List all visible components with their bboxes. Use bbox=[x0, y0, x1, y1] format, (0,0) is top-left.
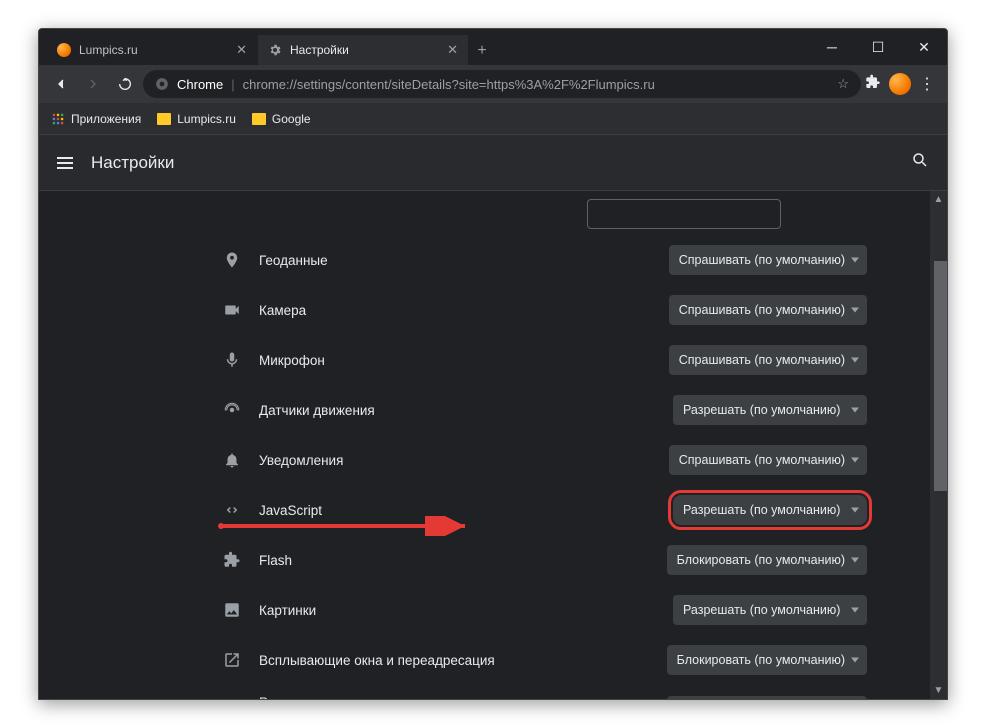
chrome-icon bbox=[155, 77, 169, 91]
window-controls: ─ ☐ ✕ bbox=[809, 29, 947, 65]
settings-content: ГеоданныеСпрашивать (по умолчанию)Камера… bbox=[39, 191, 947, 699]
scheme-label: Chrome bbox=[177, 77, 223, 92]
permission-value: Спрашивать (по умолчанию) bbox=[679, 253, 845, 267]
reload-button[interactable] bbox=[111, 70, 139, 98]
favicon-icon bbox=[57, 43, 71, 57]
permission-row-motion: Датчики движения Разрешать (по умолчанию) bbox=[187, 385, 867, 435]
permission-label: Уведомления bbox=[259, 453, 653, 468]
address-bar[interactable]: Chrome | chrome://settings/content/siteD… bbox=[143, 70, 861, 98]
extensions-icon[interactable] bbox=[865, 74, 881, 95]
permission-select-motion[interactable]: Разрешать (по умолчанию) bbox=[673, 395, 867, 425]
bookmark-label: Lumpics.ru bbox=[177, 112, 236, 126]
permission-value: Спрашивать (по умолчанию) bbox=[679, 303, 845, 317]
toolbar: Chrome | chrome://settings/content/siteD… bbox=[39, 65, 947, 103]
bookmark-folder-lumpics[interactable]: Lumpics.ru bbox=[157, 112, 236, 126]
scroll-up-icon[interactable]: ▲ bbox=[930, 191, 947, 208]
menu-button[interactable]: ⋮ bbox=[919, 74, 935, 94]
permission-label: Flash bbox=[259, 553, 651, 568]
permission-row-bell: Уведомления Спрашивать (по умолчанию) bbox=[187, 435, 867, 485]
location-icon bbox=[221, 251, 243, 269]
permission-value: Блокировать (по умолчанию) bbox=[677, 653, 845, 667]
tab-strip: Lumpics.ru ✕ Настройки ✕ + ─ ☐ ✕ bbox=[39, 29, 947, 65]
tab-lumpics[interactable]: Lumpics.ru ✕ bbox=[47, 35, 257, 65]
folder-icon bbox=[252, 113, 266, 125]
permission-select-code[interactable]: Разрешать (по умолчанию) bbox=[673, 495, 867, 525]
permissions-panel: ГеоданныеСпрашивать (по умолчанию)Камера… bbox=[187, 191, 867, 699]
permission-value: Разрешать (по умолчанию) bbox=[683, 503, 840, 517]
reset-permissions-button[interactable] bbox=[587, 199, 781, 229]
permission-value: Блокировать (по умолчанию) bbox=[677, 553, 845, 567]
permission-select-puzzle[interactable]: Блокировать (по умолчанию) bbox=[667, 545, 867, 575]
permission-value: Спрашивать (по умолчанию) bbox=[679, 453, 845, 467]
permission-row-mic: Микрофон Спрашивать (по умолчанию) bbox=[187, 335, 867, 385]
permission-value: Спрашивать (по умолчанию) bbox=[679, 353, 845, 367]
permission-label: Геоданные bbox=[259, 253, 653, 268]
motion-icon bbox=[221, 401, 243, 419]
bookmark-label: Приложения bbox=[71, 112, 141, 126]
bookmark-star-icon[interactable]: ☆ bbox=[837, 76, 849, 92]
permission-row-camera: Камера Спрашивать (по умолчанию) bbox=[187, 285, 867, 335]
bookmark-folder-google[interactable]: Google bbox=[252, 112, 311, 126]
bookmark-label: Google bbox=[272, 112, 311, 126]
settings-header: Настройки bbox=[39, 135, 947, 191]
permission-select-ads[interactable]: Блокировать (по умолчанию) bbox=[667, 696, 867, 700]
permission-select-image[interactable]: Разрешать (по умолчанию) bbox=[673, 595, 867, 625]
close-window-button[interactable]: ✕ bbox=[901, 29, 947, 65]
tab-title: Настройки bbox=[290, 43, 349, 57]
bell-icon bbox=[221, 451, 243, 469]
image-icon bbox=[221, 601, 243, 619]
permission-label: JavaScript bbox=[259, 503, 657, 518]
tab-settings[interactable]: Настройки ✕ bbox=[258, 35, 468, 65]
permission-row-popup: Всплывающие окна и переадресация Блокиров… bbox=[187, 635, 867, 685]
menu-icon[interactable] bbox=[57, 157, 73, 169]
permission-label: Камера bbox=[259, 303, 653, 318]
permission-label: Микрофон bbox=[259, 353, 653, 368]
maximize-button[interactable]: ☐ bbox=[855, 29, 901, 65]
scroll-thumb[interactable] bbox=[934, 261, 947, 491]
permission-row-code: JavaScript Разрешать (по умолчанию) bbox=[187, 485, 867, 535]
permission-row-ads: РекламаБлокировать, если сайт показывает… bbox=[187, 685, 867, 699]
new-tab-button[interactable]: + bbox=[468, 37, 496, 65]
permission-select-bell[interactable]: Спрашивать (по умолчанию) bbox=[669, 445, 867, 475]
camera-icon bbox=[221, 301, 243, 319]
tab-title: Lumpics.ru bbox=[79, 43, 138, 57]
folder-icon bbox=[157, 113, 171, 125]
url-text: chrome://settings/content/siteDetails?si… bbox=[243, 77, 830, 92]
profile-avatar[interactable] bbox=[889, 73, 911, 95]
permission-row-location: Геоданные Спрашивать (по умолчанию) bbox=[187, 235, 867, 285]
code-icon bbox=[221, 501, 243, 519]
apps-icon bbox=[51, 112, 65, 126]
permission-select-camera[interactable]: Спрашивать (по умолчанию) bbox=[669, 295, 867, 325]
permission-label: Картинки bbox=[259, 603, 657, 618]
close-icon[interactable]: ✕ bbox=[447, 42, 458, 58]
minimize-button[interactable]: ─ bbox=[809, 29, 855, 65]
puzzle-icon bbox=[221, 551, 243, 569]
popup-icon bbox=[221, 651, 243, 669]
permission-value: Разрешать (по умолчанию) bbox=[683, 603, 840, 617]
scrollbar[interactable]: ▲ ▼ bbox=[930, 191, 947, 699]
permission-select-popup[interactable]: Блокировать (по умолчанию) bbox=[667, 645, 867, 675]
back-button[interactable] bbox=[47, 70, 75, 98]
browser-window: Lumpics.ru ✕ Настройки ✕ + ─ ☐ ✕ bbox=[38, 28, 948, 700]
close-icon[interactable]: ✕ bbox=[236, 42, 247, 58]
permission-select-location[interactable]: Спрашивать (по умолчанию) bbox=[669, 245, 867, 275]
scroll-down-icon[interactable]: ▼ bbox=[930, 682, 947, 699]
search-icon[interactable] bbox=[911, 151, 929, 174]
permission-row-puzzle: Flash Блокировать (по умолчанию) bbox=[187, 535, 867, 585]
permission-row-image: Картинки Разрешать (по умолчанию) bbox=[187, 585, 867, 635]
permission-label: Всплывающие окна и переадресация bbox=[259, 653, 651, 668]
permission-select-mic[interactable]: Спрашивать (по умолчанию) bbox=[669, 345, 867, 375]
mic-icon bbox=[221, 351, 243, 369]
page-title: Настройки bbox=[91, 153, 174, 173]
permission-value: Разрешать (по умолчанию) bbox=[683, 403, 840, 417]
forward-button[interactable] bbox=[79, 70, 107, 98]
bookmark-apps[interactable]: Приложения bbox=[51, 112, 141, 126]
permission-label: Датчики движения bbox=[259, 403, 657, 418]
gear-icon bbox=[268, 43, 282, 57]
bookmarks-bar: Приложения Lumpics.ru Google bbox=[39, 103, 947, 135]
permission-label: Реклама bbox=[259, 695, 651, 699]
